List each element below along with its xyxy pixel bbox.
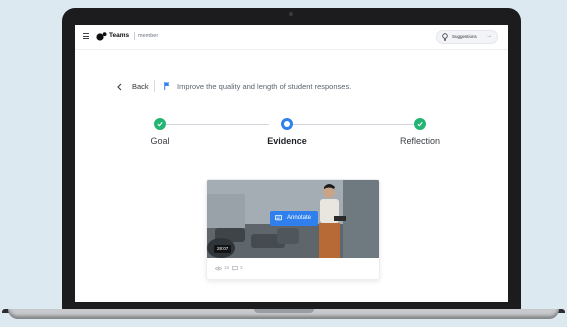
flag-icon	[164, 82, 170, 90]
menu-icon[interactable]	[83, 33, 89, 39]
suggestions-label: Suggestions	[452, 34, 477, 39]
comment-icon	[232, 266, 238, 271]
teams-logo-icon	[96, 32, 107, 41]
annotate-icon	[275, 215, 282, 221]
goal-text: Improve the quality and length of studen…	[177, 82, 352, 91]
back-button[interactable]: Back	[132, 82, 149, 91]
app-screen: Teams member Suggestions → Back Improve …	[75, 25, 508, 302]
annotate-button[interactable]: Annotate	[270, 211, 318, 226]
comment-count: 3	[240, 265, 243, 270]
lightbulb-icon	[442, 33, 448, 41]
step-goal-label[interactable]: Goal	[115, 136, 205, 146]
video-duration: 28:07	[214, 245, 232, 253]
webcam	[289, 12, 293, 16]
step-goal-status	[154, 118, 166, 130]
view-count: 18	[224, 265, 230, 270]
laptop-base	[8, 309, 559, 319]
annotate-label: Annotate	[287, 214, 312, 221]
goal-bar-divider	[154, 80, 155, 92]
chevron-left-icon[interactable]	[117, 83, 122, 91]
video-thumbnail[interactable]: Annotate 28:07	[207, 180, 379, 258]
arrow-right-icon: →	[486, 33, 493, 39]
stepper-connector	[293, 124, 414, 125]
step-reflection-status	[414, 118, 426, 130]
step-evidence-status	[281, 118, 293, 130]
step-evidence-label[interactable]: Evidence	[242, 136, 332, 146]
brand-name: Teams	[109, 32, 130, 39]
check-icon	[157, 122, 163, 127]
user-role: member	[138, 32, 159, 39]
suggestions-button[interactable]: Suggestions →	[436, 30, 498, 44]
video-card[interactable]: Annotate 28:07 18 3	[206, 179, 380, 280]
header-divider	[134, 32, 135, 40]
eye-icon	[215, 266, 222, 271]
progress-stepper: Goal Evidence Reflection	[75, 115, 508, 155]
laptop-bezel: Teams member Suggestions → Back Improve …	[62, 8, 521, 310]
laptop-notch	[254, 309, 314, 313]
app-header: Teams member Suggestions →	[75, 25, 508, 50]
check-icon	[417, 122, 423, 127]
step-reflection-label[interactable]: Reflection	[375, 136, 465, 146]
stepper-connector	[166, 124, 269, 125]
